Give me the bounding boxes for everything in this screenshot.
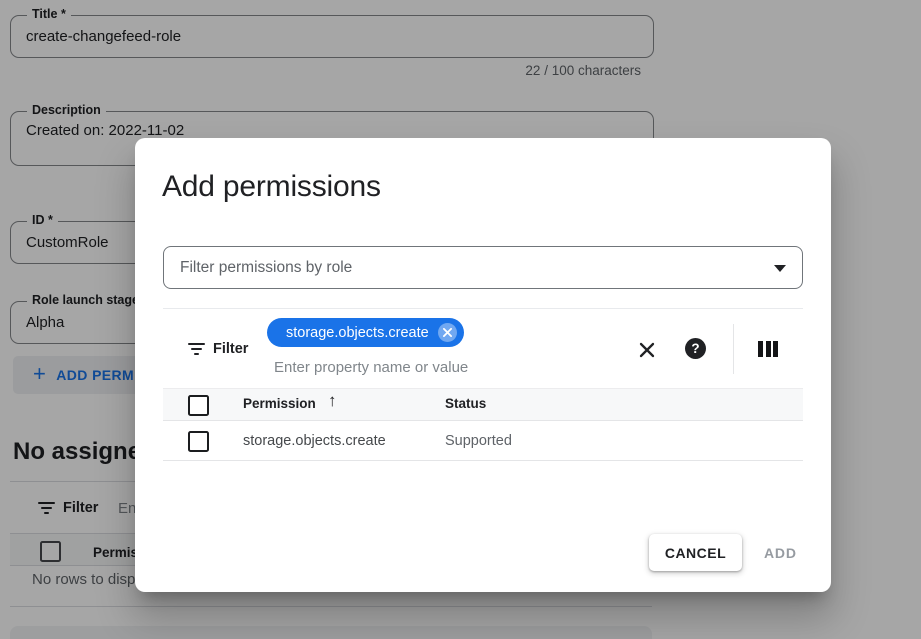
- divider: [163, 308, 803, 309]
- divider: [733, 324, 734, 374]
- help-icon[interactable]: ?: [685, 338, 706, 359]
- status-column-header[interactable]: Status: [445, 396, 486, 411]
- role-dropdown-value: Filter permissions by role: [180, 259, 352, 277]
- filter-permissions-by-role-dropdown[interactable]: Filter permissions by role: [163, 246, 803, 289]
- columns-icon[interactable]: [758, 341, 778, 357]
- dialog-title: Add permissions: [162, 170, 381, 204]
- arrow-up-icon[interactable]: ↑: [328, 391, 337, 411]
- add-permissions-dialog: Add permissions Filter permissions by ro…: [135, 138, 831, 592]
- cancel-button[interactable]: CANCEL: [649, 534, 742, 571]
- modal-filter-input[interactable]: Enter property name or value: [274, 359, 468, 376]
- table-row-permission: storage.objects.create: [243, 433, 386, 449]
- permission-column-header[interactable]: Permission: [243, 396, 316, 411]
- filter-chip[interactable]: storage.objects.create: [267, 318, 464, 347]
- dropdown-arrow-icon: [774, 265, 786, 272]
- select-all-checkbox[interactable]: [188, 395, 209, 416]
- divider: [163, 460, 803, 461]
- row-checkbox[interactable]: [188, 431, 209, 452]
- filter-icon: [188, 343, 205, 358]
- page: Title * create-changefeed-role 22 / 100 …: [0, 0, 921, 639]
- x-icon[interactable]: [636, 339, 658, 361]
- circle-x-icon[interactable]: [438, 323, 457, 342]
- modal-filter-label: Filter: [213, 341, 248, 357]
- add-button[interactable]: ADD: [764, 534, 797, 571]
- filter-chip-label: storage.objects.create: [286, 325, 429, 341]
- table-row-status: Supported: [445, 433, 512, 449]
